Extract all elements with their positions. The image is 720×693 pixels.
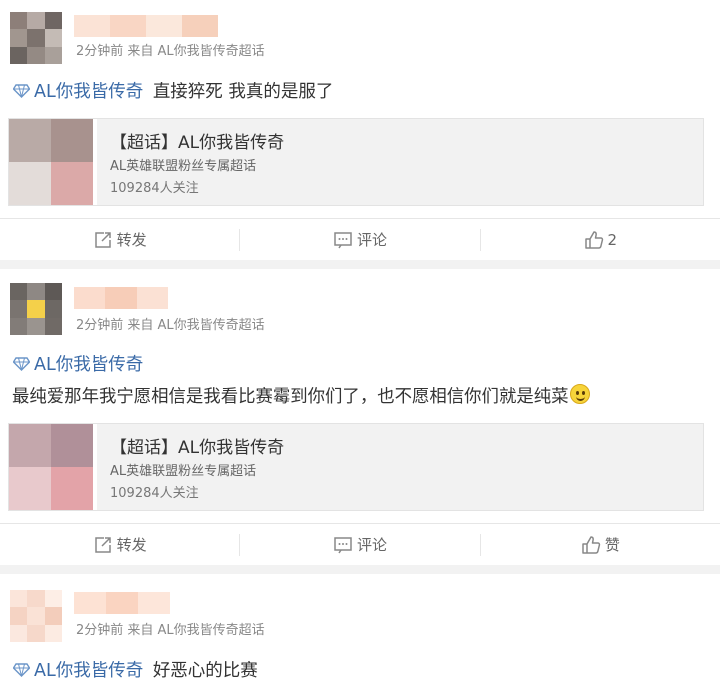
super-topic-card[interactable]: 【超话】AL你我皆传奇 AL英雄联盟粉丝专属超话 109284人关注 [8,118,704,206]
repost-icon [94,231,111,248]
post-actions: 转发 评论 赞 [0,523,720,565]
post-body: 好恶心的比赛 [152,661,258,681]
topic-link[interactable]: AL你我皆传奇 [13,355,143,375]
post-meta: 2分钟前 来自 AL你我皆传奇超话 [76,623,265,638]
repost-button[interactable]: 转发 [0,219,239,261]
card-thumbnail [9,119,97,205]
comment-icon [334,231,352,248]
topic-link[interactable]: AL你我皆传奇 [13,661,143,681]
card-followers: 109284人关注 [110,486,199,501]
post-meta: 2分钟前 来自 AL你我皆传奇超话 [76,318,265,333]
avatar[interactable] [10,590,62,642]
smile-emoji-icon [569,384,590,404]
post-body: 最纯爱那年我宁愿相信是我看比赛霉到你们了，也不愿相信你们就是纯菜 [12,387,569,407]
post-text: 最纯爱那年我宁愿相信是我看比赛霉到你们了，也不愿相信你们就是纯菜 [12,383,590,408]
comment-button[interactable]: 评论 [240,524,479,566]
like-button[interactable]: 赞 [481,524,720,566]
card-followers: 109284人关注 [110,181,199,196]
card-title: 【超话】AL你我皆传奇 [110,438,285,458]
avatar[interactable] [10,12,62,64]
post-topic-line: AL你我皆传奇 [13,351,143,376]
post-body: 直接猝死 我真的是服了 [152,82,334,102]
post-text: AL你我皆传奇 直接猝死 我真的是服了 [13,78,333,103]
super-topic-card[interactable]: 【超话】AL你我皆传奇 AL英雄联盟粉丝专属超话 109284人关注 [8,423,704,511]
feed-post: 2分钟前 来自 AL你我皆传奇超话 AL你我皆传奇 好恶心的比赛 [0,574,720,693]
card-thumbnail [9,424,97,510]
repost-icon [94,536,111,553]
comment-button[interactable]: 评论 [240,219,479,261]
repost-button[interactable]: 转发 [0,524,239,566]
diamond-icon [13,84,30,98]
card-description: AL英雄联盟粉丝专属超话 [110,464,257,479]
card-title: 【超话】AL你我皆传奇 [110,133,285,153]
comment-icon [334,536,352,553]
username-blurred[interactable] [74,592,170,614]
card-description: AL英雄联盟粉丝专属超话 [110,159,257,174]
username-blurred[interactable] [74,287,168,309]
feed-post: 2分钟前 来自 AL你我皆传奇超话 AL你我皆传奇 最纯爱那年我宁愿相信是我看比… [0,269,720,565]
avatar[interactable] [10,283,62,335]
like-icon [584,230,603,249]
diamond-icon [13,663,30,677]
post-actions: 转发 评论 2 [0,218,720,260]
feed-post: 2分钟前 来自 AL你我皆传奇超话 AL你我皆传奇 直接猝死 我真的是服了 【超… [0,0,720,260]
diamond-icon [13,357,30,371]
post-meta: 2分钟前 来自 AL你我皆传奇超话 [76,44,265,59]
topic-link[interactable]: AL你我皆传奇 [13,82,143,102]
like-button[interactable]: 2 [481,219,720,261]
like-icon [582,535,601,554]
post-text: AL你我皆传奇 好恶心的比赛 [13,657,258,682]
username-blurred[interactable] [74,15,218,37]
